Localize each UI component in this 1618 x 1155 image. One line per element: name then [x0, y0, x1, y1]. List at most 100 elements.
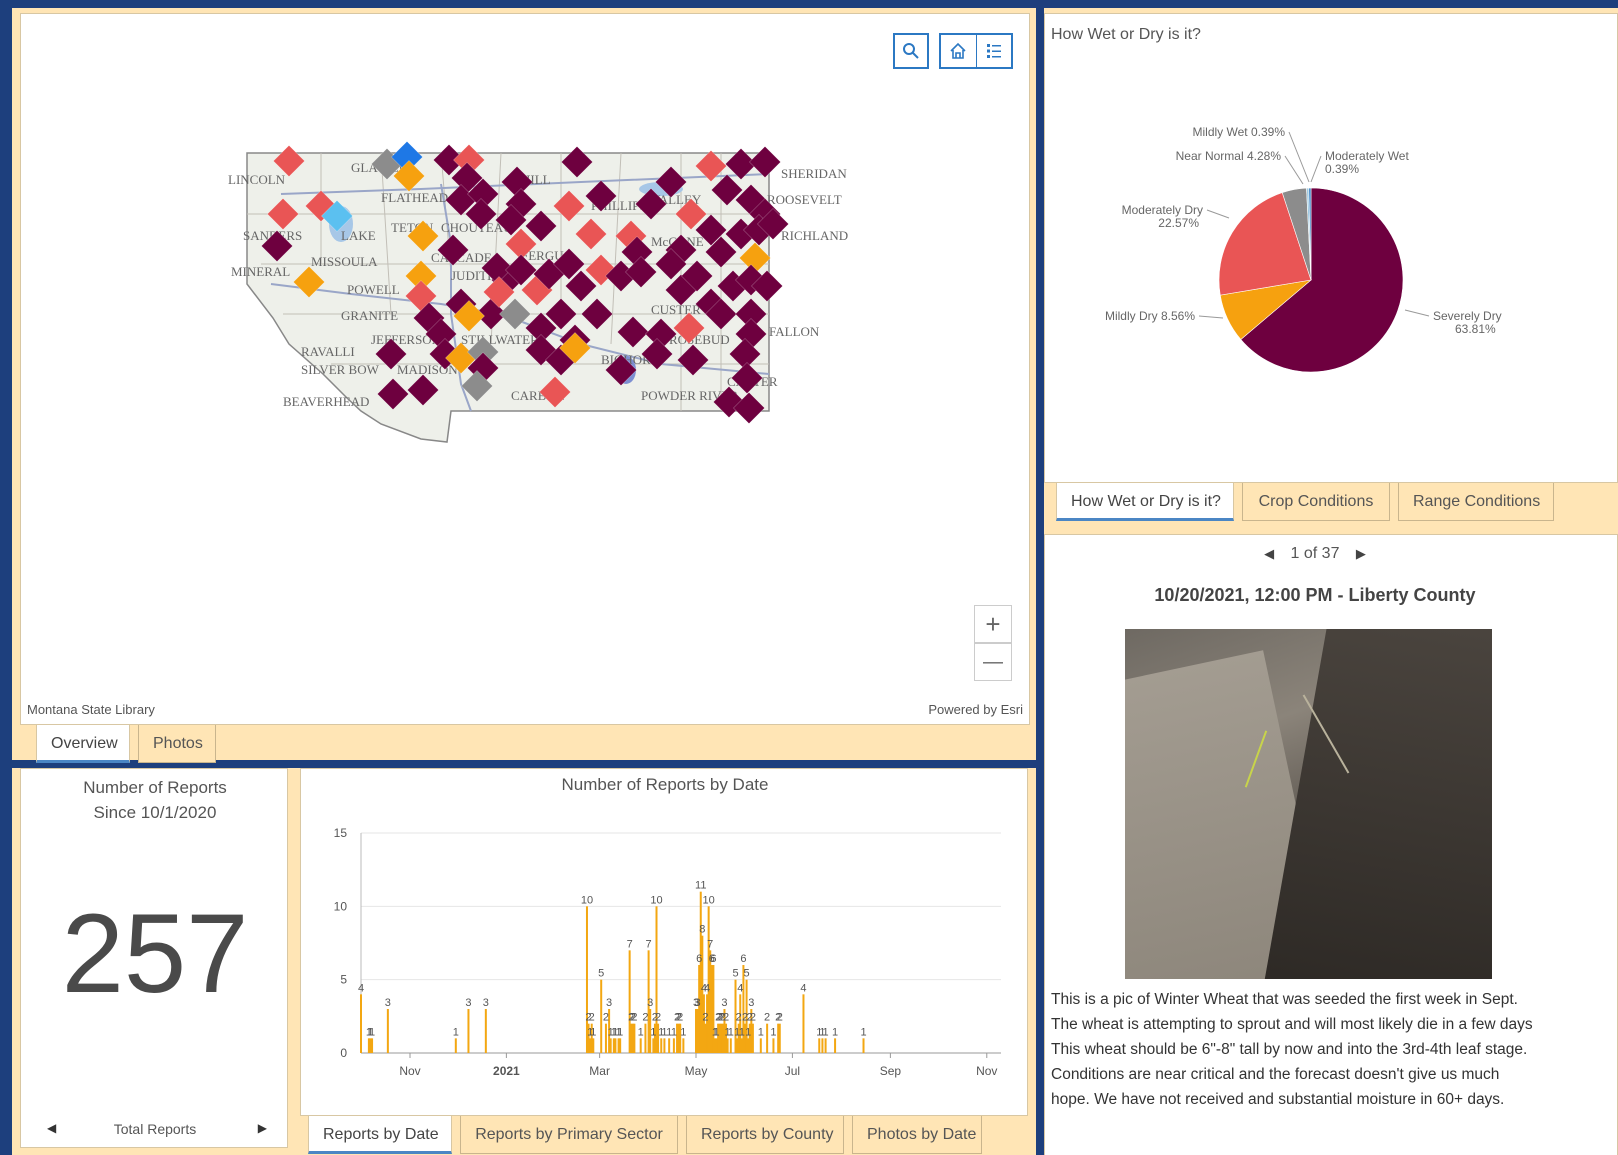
bar-value-label: 4 — [737, 982, 743, 994]
bar[interactable] — [766, 1023, 769, 1053]
bar-value-label: 1 — [638, 1026, 644, 1038]
bar-value-label: 10 — [650, 894, 662, 906]
bar[interactable] — [644, 1023, 647, 1053]
pie-label: Severely Dry 63.81% — [1433, 309, 1502, 336]
bar[interactable] — [639, 1038, 642, 1053]
bar[interactable] — [824, 1038, 827, 1053]
bar-value-label: 2 — [631, 1012, 637, 1024]
map-place-label: LAKE — [341, 228, 376, 243]
home-button[interactable] — [941, 35, 977, 67]
bar-value-label: 3 — [647, 997, 653, 1009]
map-tabs: Overview Photos — [36, 725, 216, 763]
x-tick-label: Mar — [589, 1064, 610, 1078]
bar[interactable] — [386, 1009, 389, 1053]
bar[interactable] — [660, 1038, 663, 1053]
bar-value-label: 1 — [728, 1026, 734, 1038]
reports-by-date-chart[interactable]: 4111313 310212152311111722212731210211112… — [301, 769, 1029, 1117]
map-view[interactable]: LINCOLNFLATHEADSANDERSLAKETETONMINERALMI… — [20, 13, 1030, 725]
tab-photos[interactable]: Photos — [138, 725, 216, 763]
count-title: Number of Reports Since 10/1/2020 — [21, 775, 289, 825]
bar-value-label: 6 — [696, 953, 702, 965]
zoom-in-button[interactable]: + — [974, 605, 1012, 643]
bar[interactable] — [729, 1038, 732, 1053]
description-line: This wheat should be 6"-8" tall by now a… — [1051, 1041, 1528, 1058]
bar[interactable] — [633, 1023, 636, 1053]
bar[interactable] — [484, 1009, 487, 1053]
bar[interactable] — [821, 1038, 824, 1053]
tab-photos-by-date[interactable]: Photos by Date — [852, 1116, 982, 1154]
map-attribution-right[interactable]: Powered by Esri — [928, 702, 1023, 717]
bar-value-label: 7 — [707, 938, 713, 950]
tab-reports-by-date[interactable]: Reports by Date — [308, 1116, 452, 1154]
bar[interactable] — [802, 994, 805, 1053]
bar[interactable] — [467, 1009, 470, 1053]
bar[interactable] — [619, 1038, 622, 1053]
pie-leader-line — [1404, 309, 1430, 317]
search-icon — [903, 43, 919, 59]
prev-count-icon[interactable]: ◀ — [47, 1121, 56, 1135]
bar[interactable] — [609, 1038, 612, 1053]
bar-value-label: 1 — [680, 1026, 686, 1038]
pie-label: Near Normal 4.28% — [1176, 149, 1282, 163]
bar[interactable] — [592, 1038, 595, 1053]
map-toolbar — [939, 33, 1013, 69]
bar[interactable] — [778, 1023, 781, 1053]
tab-reports-by-primary-sector[interactable]: Reports by Primary Sector — [460, 1116, 678, 1154]
photo-heading: 10/20/2021, 12:00 PM - Liberty County — [1154, 585, 1476, 605]
map-place-label: RAVALLI — [301, 344, 355, 359]
bar-value-label: 10 — [703, 894, 715, 906]
description-line: The wheat is attempting to sprout and wi… — [1051, 1016, 1533, 1033]
bar[interactable] — [614, 1038, 617, 1053]
map-place-label: ROOSEVELT — [767, 192, 842, 207]
bar-value-label: 2 — [764, 1012, 770, 1024]
map-place-label: SILVER BOW — [301, 362, 380, 377]
bar-value-label: 1 — [650, 1026, 656, 1038]
tab-reports-by-county[interactable]: Reports by County — [686, 1116, 844, 1154]
pie-leader-line — [1206, 209, 1230, 219]
bar[interactable] — [772, 1038, 775, 1053]
prev-photo-icon[interactable]: ◀ — [1264, 546, 1274, 561]
bar[interactable] — [818, 1038, 821, 1053]
bar[interactable] — [360, 994, 362, 1053]
pie-panel: How Wet or Dry is it? Severely Dry 63.81%… — [1044, 8, 1618, 528]
bar[interactable] — [371, 1038, 374, 1053]
bar-value-label: 1 — [671, 1026, 677, 1038]
bar[interactable] — [726, 1038, 729, 1053]
description-line: hope. We have not received and substanti… — [1051, 1091, 1505, 1108]
bar[interactable] — [862, 1038, 865, 1053]
bar[interactable] — [668, 1038, 671, 1053]
pie-card: How Wet or Dry is it? Severely Dry 63.81%… — [1044, 13, 1618, 483]
y-tick-label: 0 — [340, 1046, 347, 1060]
map-place-label: CUSTER — [651, 302, 701, 317]
bar[interactable] — [663, 1038, 666, 1053]
pie-label: Mildly Dry 8.56% — [1105, 309, 1195, 323]
next-photo-icon[interactable]: ▶ — [1356, 546, 1366, 561]
zoom-out-button[interactable]: — — [974, 643, 1012, 681]
bar[interactable] — [759, 1038, 762, 1053]
bar-value-label: 11 — [695, 880, 706, 892]
pager-text: 1 of 37 — [1290, 545, 1340, 562]
bar[interactable] — [672, 1038, 675, 1053]
tab-how-wet-or-dry[interactable]: How Wet or Dry is it? — [1056, 483, 1234, 521]
bar[interactable] — [682, 1038, 685, 1053]
map-place-label: STILLWATER — [461, 332, 539, 347]
bar-card: Number of Reports by Date 4 1 1 1 3 1 3 3 10 2 1 2 1… — [300, 768, 1028, 1116]
tab-crop-conditions[interactable]: Crop Conditions — [1242, 483, 1390, 521]
x-tick-label: Sep — [880, 1064, 902, 1078]
montana-map[interactable]: LINCOLNFLATHEADSANDERSLAKETETONMINERALMI… — [21, 14, 1031, 726]
bar[interactable] — [751, 1023, 754, 1053]
search-button[interactable] — [893, 33, 929, 69]
pie-label: Mildly Wet 0.39% — [1193, 125, 1286, 139]
bar[interactable] — [834, 1038, 837, 1053]
tab-range-conditions[interactable]: Range Conditions — [1398, 483, 1554, 521]
pie-label: Moderately Dry 22.57% — [1122, 203, 1203, 230]
next-count-icon[interactable]: ▶ — [258, 1121, 267, 1135]
wet-dry-pie-chart[interactable]: Severely Dry 63.81% Mildly Dry 8.56% Modera… — [1045, 14, 1618, 484]
bar-value-label: 2 — [750, 1012, 756, 1024]
bar-value-label: 1 — [739, 1026, 745, 1038]
bar[interactable] — [454, 1038, 457, 1053]
tab-overview[interactable]: Overview — [36, 725, 130, 763]
legend-button[interactable] — [977, 35, 1012, 67]
field-photo[interactable] — [1125, 629, 1492, 979]
pie-leader-line — [1310, 155, 1322, 183]
